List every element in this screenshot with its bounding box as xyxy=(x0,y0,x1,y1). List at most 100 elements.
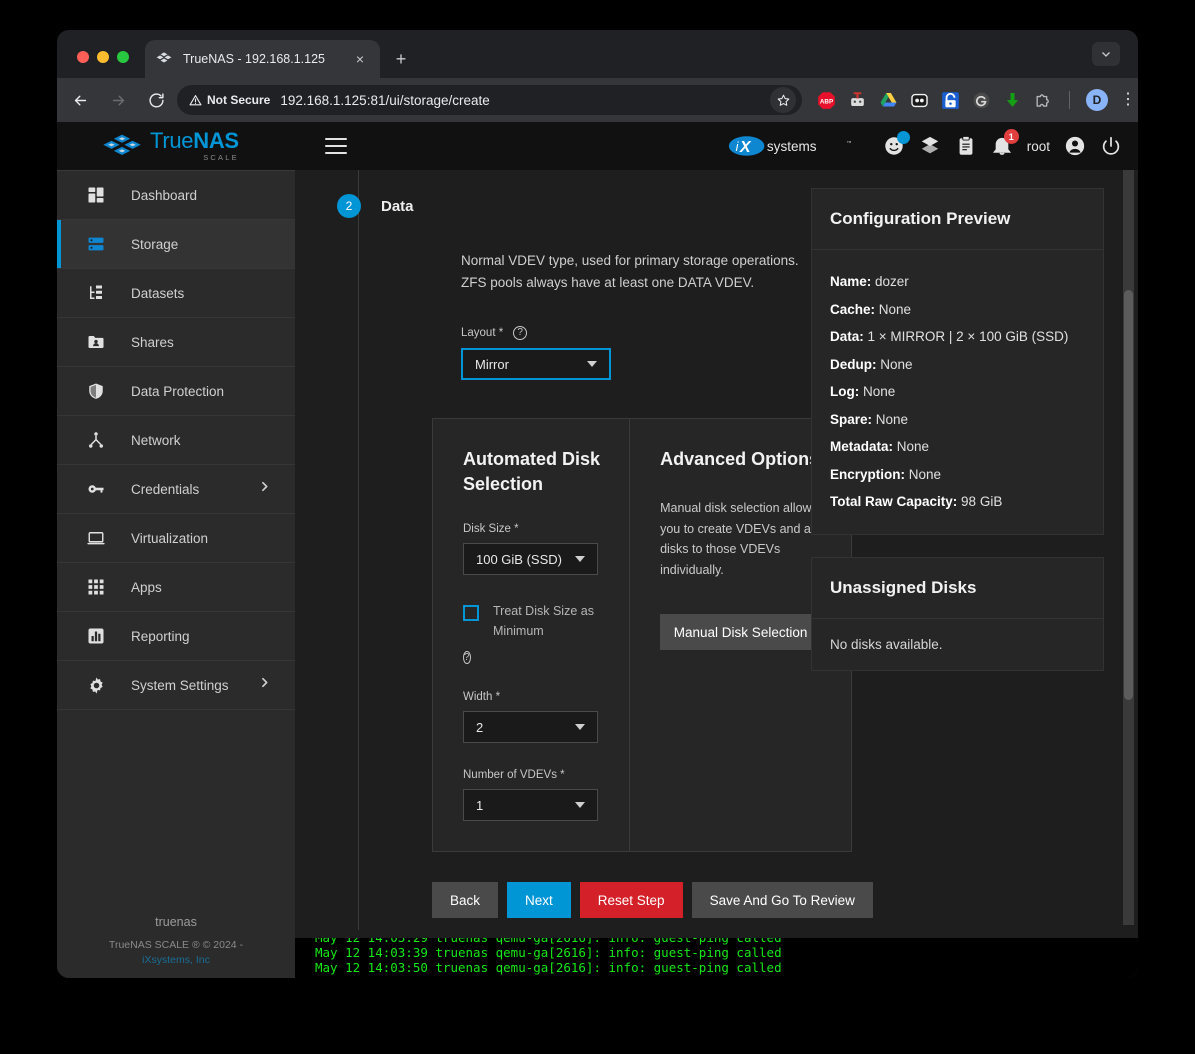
layout-label-row: Layout * ? xyxy=(461,326,611,340)
tampermonkey-icon[interactable] xyxy=(848,91,867,110)
clipboard-icon[interactable] xyxy=(955,135,977,157)
chrome-menu-icon[interactable]: ⋮ xyxy=(1120,92,1136,108)
sidebar-item-shares[interactable]: Shares xyxy=(57,318,295,367)
sidebar-footer: truenas TrueNAS SCALE ® © 2024 - iXsyste… xyxy=(57,915,295,966)
no-disks-message: No disks available. xyxy=(830,636,943,652)
sidebar-item-label: Apps xyxy=(131,579,162,595)
sidebar-item-system-settings[interactable]: System Settings xyxy=(57,661,295,710)
svg-text:ABP: ABP xyxy=(820,98,833,105)
alerts-bell-icon[interactable]: 1 xyxy=(991,129,1019,157)
grammarly-icon[interactable] xyxy=(972,91,991,110)
minimize-window-button[interactable] xyxy=(97,51,109,63)
advanced-title: Advanced Options xyxy=(660,449,820,469)
next-button[interactable]: Next xyxy=(507,882,571,918)
close-window-button[interactable] xyxy=(77,51,89,63)
reset-step-button[interactable]: Reset Step xyxy=(579,882,683,918)
close-tab-button[interactable]: × xyxy=(350,49,370,69)
reload-button[interactable] xyxy=(141,85,171,115)
address-bar[interactable]: Not Secure 192.168.1.125:81/ui/storage/c… xyxy=(177,85,802,115)
browser-window: TrueNAS - 192.168.1.125 × + Not Secure 1… xyxy=(57,30,1138,978)
sidebar-item-dashboard[interactable]: Dashboard xyxy=(57,171,295,220)
help-icon[interactable]: ? xyxy=(463,651,471,664)
step-description: Normal VDEV type, used for primary stora… xyxy=(461,253,799,290)
browser-toolbar: Not Secure 192.168.1.125:81/ui/storage/c… xyxy=(57,78,1138,122)
menu-toggle-button[interactable] xyxy=(325,138,347,154)
brand-true: True xyxy=(150,128,194,153)
account-icon[interactable] xyxy=(1064,135,1086,157)
back-button[interactable]: Back xyxy=(432,882,499,918)
disk-size-label: Disk Size * xyxy=(463,523,519,535)
save-and-go-to-review-button[interactable]: Save And Go To Review xyxy=(691,882,873,918)
browser-tab-title: TrueNAS - 192.168.1.125 xyxy=(183,52,325,66)
ixsystems-link[interactable]: iXsystems, Inc xyxy=(57,954,295,966)
config-value: 1 × MIRROR | 2 × 100 GiB (SSD) xyxy=(867,329,1069,344)
chevron-right-icon xyxy=(258,480,271,498)
jobs-icon[interactable] xyxy=(883,131,910,157)
sidebar-item-apps[interactable]: Apps xyxy=(57,563,295,612)
main-scrollbar[interactable] xyxy=(1123,170,1134,925)
power-icon[interactable] xyxy=(1100,135,1122,157)
config-row: Data: 1 × MIRROR | 2 × 100 GiB (SSD) xyxy=(830,323,1085,351)
sidebar: Dashboard Storage Datasets Shares Data P… xyxy=(57,170,295,978)
help-icon[interactable]: ? xyxy=(513,326,528,340)
main-scrollbar-thumb[interactable] xyxy=(1124,290,1133,700)
layout-value: Mirror xyxy=(475,356,509,372)
configuration-preview-title: Configuration Preview xyxy=(812,189,1103,250)
app-header: TrueNAS SCALE i X systems ™ 1 root xyxy=(57,122,1138,170)
width-label: Width * xyxy=(463,691,501,703)
number-of-vdevs-select[interactable]: 1 xyxy=(463,789,598,821)
sidebar-item-credentials[interactable]: Credentials xyxy=(57,465,295,514)
maximize-window-button[interactable] xyxy=(117,51,129,63)
new-tab-button[interactable]: + xyxy=(389,48,413,72)
sidebar-item-label: Datasets xyxy=(131,285,185,301)
not-secure-badge[interactable]: Not Secure xyxy=(189,93,280,107)
tab-list-chevron-down-icon[interactable] xyxy=(1092,42,1120,66)
forward-button[interactable] xyxy=(103,85,133,115)
sidebar-item-label: Network xyxy=(131,432,181,448)
profile-avatar[interactable]: D xyxy=(1086,89,1108,111)
advanced-description: Manual disk selection allows you to crea… xyxy=(660,501,825,577)
adblock-plus-icon[interactable]: ABP xyxy=(817,91,836,110)
disk-size-select[interactable]: 100 GiB (SSD) xyxy=(463,543,598,575)
google-drive-icon[interactable] xyxy=(879,91,898,110)
download-manager-icon[interactable] xyxy=(1003,91,1022,110)
config-label: Total Raw Capacity: xyxy=(830,494,958,509)
copyright-label: TrueNAS SCALE ® © 2024 - xyxy=(108,939,244,951)
browser-tab[interactable]: TrueNAS - 192.168.1.125 × xyxy=(145,40,380,78)
treat-disk-size-help-row: ? xyxy=(463,647,603,665)
lastpass-icon[interactable] xyxy=(941,91,960,110)
automated-title: Automated Disk Selection xyxy=(463,449,601,494)
truecommand-icon[interactable] xyxy=(919,135,941,157)
config-label: Dedup: xyxy=(830,356,877,372)
width-select[interactable]: 2 xyxy=(463,711,598,743)
sidebar-item-datasets[interactable]: Datasets xyxy=(57,269,295,318)
treat-disk-size-checkbox[interactable] xyxy=(463,605,479,621)
config-row: Metadata: None xyxy=(830,433,1085,461)
back-button[interactable] xyxy=(65,85,95,115)
treat-disk-size-as-minimum-row[interactable]: Treat Disk Size as Minimum xyxy=(463,601,603,641)
unassigned-disks-title: Unassigned Disks xyxy=(812,558,1103,619)
step-title: Data xyxy=(381,197,414,215)
main-content: 2 Data Normal VDEV type, used for primar… xyxy=(295,170,1138,978)
sidebar-item-label: Data Protection xyxy=(131,383,225,399)
sidebar-item-label: Dashboard xyxy=(131,187,198,203)
sidebar-item-label: Storage xyxy=(131,236,179,252)
okta-verify-icon[interactable] xyxy=(910,91,929,110)
config-row: Log: None xyxy=(830,378,1085,406)
bookmark-star-icon[interactable] xyxy=(770,87,796,113)
sidebar-item-network[interactable]: Network xyxy=(57,416,295,465)
sidebar-item-virtualization[interactable]: Virtualization xyxy=(57,514,295,563)
extensions-puzzle-icon[interactable] xyxy=(1034,91,1053,110)
svg-text:™: ™ xyxy=(846,140,851,146)
manual-disk-selection-button[interactable]: Manual Disk Selection xyxy=(660,614,822,650)
config-row: Name: dozer xyxy=(830,268,1085,296)
truenas-brand[interactable]: TrueNAS SCALE xyxy=(57,122,295,170)
sidebar-item-storage[interactable]: Storage xyxy=(57,220,295,269)
monitor-icon xyxy=(85,527,107,549)
layout-select[interactable]: Mirror xyxy=(461,348,611,380)
truenas-favicon-icon xyxy=(156,52,172,63)
url-text[interactable]: 192.168.1.125:81/ui/storage/create xyxy=(280,93,770,108)
warning-triangle-icon xyxy=(189,94,202,105)
sidebar-item-data-protection[interactable]: Data Protection xyxy=(57,367,295,416)
sidebar-item-reporting[interactable]: Reporting xyxy=(57,612,295,661)
